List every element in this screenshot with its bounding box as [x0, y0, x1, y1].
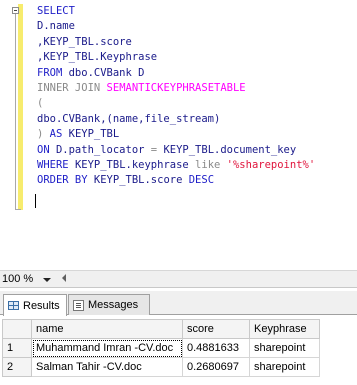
- change-tracking-bar: [18, 4, 23, 210]
- scroll-left-arrow-icon[interactable]: [62, 274, 66, 282]
- results-grid[interactable]: name score Keyphrase 1 Muhammand Imran -…: [2, 319, 357, 377]
- cell-name[interactable]: Salman Tahir -CV.doc: [31, 357, 183, 377]
- code-line[interactable]: ,KEYP_TBL.Keyphrase: [37, 50, 315, 65]
- code-token: ,KEYP_TBL.Keyphrase: [37, 51, 158, 64]
- code-token: D.name: [37, 20, 75, 33]
- tab-results-label: Results: [23, 299, 60, 312]
- column-header-name[interactable]: name: [31, 319, 183, 339]
- code-line[interactable]: ) AS KEYP_TBL: [37, 127, 315, 142]
- code-line[interactable]: (: [37, 96, 315, 111]
- table-row: 2 Salman Tahir -CV.doc 0.2680697 sharepo…: [2, 357, 320, 377]
- code-token: SEMANTICKEYPHRASETABLE: [106, 81, 246, 94]
- outline-guide-end: [15, 209, 21, 210]
- code-line[interactable]: ORDER BY KEYP_TBL.score DESC: [37, 173, 315, 188]
- grid-header-row: name score Keyphrase: [2, 319, 320, 339]
- code-token: =: [150, 143, 164, 156]
- code-token: ): [37, 128, 50, 141]
- outline-guide: [15, 14, 16, 210]
- code-token: KEYP_TBL.keyphrase: [74, 158, 196, 171]
- code-token: like: [195, 158, 227, 171]
- code-line[interactable]: WHERE KEYP_TBL.keyphrase like '%sharepoi…: [37, 158, 315, 173]
- cell-name[interactable]: Muhammand Imran -CV.doc: [31, 338, 183, 358]
- code-token: WHERE: [37, 158, 75, 171]
- zoom-dropdown[interactable]: 100 %: [2, 272, 52, 286]
- grid-icon: [8, 301, 19, 310]
- query-editor[interactable]: SELECT D.name ,KEYP_TBL.score ,KEYP_TBL.Key…: [0, 0, 357, 265]
- tab-messages[interactable]: Messages: [68, 294, 150, 315]
- cell-score[interactable]: 0.2680697: [182, 357, 250, 377]
- column-header-score[interactable]: score: [182, 319, 250, 339]
- code-line[interactable]: INNER JOIN SEMANTICKEYPHRASETABLE: [37, 81, 315, 96]
- chevron-down-icon: [43, 277, 52, 282]
- code-token: (: [37, 97, 44, 110]
- code-token: dbo.CVBank,(name,file_stream): [37, 112, 221, 125]
- code-token: AS: [49, 128, 69, 141]
- code-line[interactable]: dbo.CVBank,(name,file_stream): [37, 112, 315, 127]
- code-token: DESC: [188, 174, 215, 187]
- messages-icon: [73, 299, 84, 311]
- tab-messages-label: Messages: [88, 299, 139, 311]
- zoom-bar: 100 %: [0, 270, 357, 288]
- column-header-keyphrase[interactable]: Keyphrase: [249, 319, 320, 339]
- row-number[interactable]: 2: [2, 357, 32, 377]
- code-token: FROM: [37, 66, 69, 79]
- tab-results[interactable]: Results: [3, 294, 67, 316]
- grid-corner[interactable]: [2, 319, 32, 339]
- table-row: 1 Muhammand Imran -CV.doc 0.4881633 shar…: [2, 338, 320, 358]
- code-token: SELECT: [37, 5, 75, 17]
- row-number[interactable]: 1: [2, 338, 32, 358]
- code-line[interactable]: ON D.path_locator = KEYP_TBL.document_ke…: [37, 143, 315, 158]
- code-token: INNER JOIN: [37, 81, 107, 94]
- code-token: '%sharepoint%': [226, 158, 316, 171]
- code-token: ,KEYP_TBL.score: [37, 35, 132, 48]
- text-cursor: [35, 194, 36, 208]
- code-token: dbo.CVBank D: [68, 66, 145, 79]
- code-line[interactable]: SELECT: [37, 4, 315, 19]
- code-token: D.path_locator: [55, 143, 151, 156]
- cell-keyphrase[interactable]: sharepoint: [249, 338, 320, 358]
- code-token: KEYP_TBL.score: [93, 174, 189, 187]
- collapse-region-icon[interactable]: [12, 7, 19, 14]
- cell-score[interactable]: 0.4881633: [182, 338, 250, 358]
- code-line[interactable]: D.name: [37, 19, 315, 34]
- results-tab-strip: Results Messages: [0, 291, 357, 316]
- cell-keyphrase[interactable]: sharepoint: [249, 357, 320, 377]
- code-line[interactable]: ,KEYP_TBL.score: [37, 35, 315, 50]
- zoom-value: 100 %: [2, 273, 34, 285]
- code-token: KEYP_TBL.document_key: [163, 143, 297, 156]
- code-line[interactable]: FROM dbo.CVBank D: [37, 66, 315, 81]
- code-token: ORDER BY: [37, 174, 94, 187]
- code-token: ON: [37, 143, 56, 156]
- code-token: KEYP_TBL: [68, 128, 120, 141]
- sql-code[interactable]: SELECT D.name ,KEYP_TBL.score ,KEYP_TBL.Key…: [37, 4, 315, 189]
